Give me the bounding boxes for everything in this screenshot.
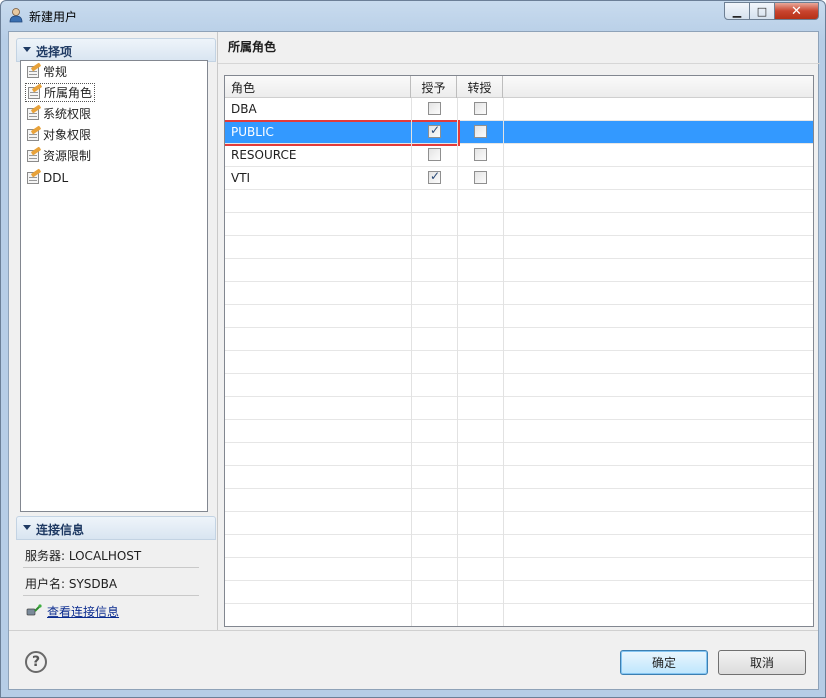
page-title: 所属角色 [228, 40, 277, 54]
connection-icon [26, 604, 42, 616]
nav-item-resource-limits[interactable]: 资源限制 [25, 145, 93, 165]
page-edit-icon [25, 124, 42, 142]
empty-row [225, 328, 813, 351]
nav-item-label: 所属角色 [44, 86, 93, 100]
empty-row [225, 466, 813, 489]
transfer-checkbox[interactable] [474, 125, 487, 138]
nav-item-system-privileges[interactable]: 系统权限 [25, 103, 93, 123]
role-cell: RESOURCE [231, 148, 297, 162]
nav-item-label: DDL [43, 170, 69, 185]
table-header: 角色 授予 转授 [225, 76, 813, 98]
splitter[interactable] [217, 32, 218, 630]
connection-section-header[interactable]: 连接信息 [16, 516, 216, 540]
table-row[interactable]: PUBLIC [225, 120, 813, 146]
nav-item-roles[interactable]: 所属角色 [25, 82, 96, 102]
title-bar[interactable]: 新建用户 ▁ □ ✕ [1, 1, 825, 31]
minimize-icon: ▁ [732, 4, 742, 18]
role-cell: DBA [231, 102, 257, 116]
divider [218, 63, 820, 64]
grant-checkbox[interactable] [428, 169, 441, 184]
empty-row [225, 305, 813, 328]
page-edit-icon [26, 82, 43, 100]
grant-checkbox[interactable] [428, 102, 441, 115]
server-info: 服务器: LOCALHOST [25, 549, 142, 563]
nav-item-ddl[interactable]: DDL [25, 167, 70, 187]
column-header-role[interactable]: 角色 [225, 76, 411, 98]
empty-row [225, 489, 813, 512]
dialog-body: 选择项 常规 所属角色 系统权限 对象权限 资源限制 DDL 连接信息 服务器:… [8, 31, 820, 690]
column-header-transfer[interactable]: 转授 [457, 76, 503, 98]
maximize-icon: □ [756, 4, 768, 18]
nav-item-label: 系统权限 [43, 107, 92, 121]
table-row[interactable]: RESOURCE [225, 144, 813, 167]
divider [23, 595, 199, 596]
view-connection-info-link[interactable]: 查看连接信息 [47, 603, 119, 620]
divider [23, 567, 199, 568]
empty-row [225, 351, 813, 374]
close-icon: ✕ [791, 3, 802, 19]
grant-checkbox[interactable] [428, 148, 441, 161]
empty-row [225, 420, 813, 443]
roles-table: 角色 授予 转授 DBA PUBLIC RESOURCE VTI [224, 75, 814, 627]
empty-row [225, 282, 813, 305]
selection-section-header[interactable]: 选择项 [16, 38, 216, 62]
highlight-annotation [225, 120, 460, 146]
ok-button[interactable]: 确定 [620, 650, 708, 675]
user-icon [9, 8, 23, 23]
empty-row [225, 604, 813, 626]
table-row[interactable]: VTI [225, 167, 813, 190]
nav-item-general[interactable]: 常规 [25, 61, 69, 81]
column-header-grant[interactable]: 授予 [411, 76, 457, 98]
window-title: 新建用户 [29, 10, 78, 24]
column-line [503, 98, 504, 626]
table-row[interactable]: DBA [225, 98, 813, 121]
empty-row [225, 535, 813, 558]
collapse-icon [23, 525, 31, 530]
page-edit-icon [25, 145, 42, 163]
collapse-icon [23, 47, 31, 52]
transfer-checkbox[interactable] [474, 102, 487, 115]
minimize-button[interactable]: ▁ [724, 2, 750, 20]
empty-row [225, 512, 813, 535]
maximize-button[interactable]: □ [750, 2, 775, 20]
nav-item-label: 对象权限 [43, 128, 92, 142]
empty-row [225, 259, 813, 282]
empty-row [225, 443, 813, 466]
close-button[interactable]: ✕ [775, 2, 819, 20]
selection-section-title: 选择项 [36, 45, 73, 59]
role-cell: VTI [231, 171, 251, 185]
empty-row [225, 236, 813, 259]
username-info: 用户名: SYSDBA [25, 577, 118, 591]
page-edit-icon [25, 167, 42, 185]
dialog-window: 新建用户 ▁ □ ✕ 选择项 常规 所属角色 系统权限 对象权限 资源限制 DD… [0, 0, 826, 698]
page-edit-icon [25, 103, 42, 121]
transfer-checkbox[interactable] [474, 148, 487, 161]
empty-row [225, 581, 813, 604]
empty-row [225, 190, 813, 213]
connection-section-title: 连接信息 [36, 523, 85, 537]
help-icon[interactable]: ? [25, 651, 47, 673]
column-line [411, 98, 412, 626]
nav-item-label: 资源限制 [43, 149, 92, 163]
empty-row [225, 374, 813, 397]
nav-item-object-privileges[interactable]: 对象权限 [25, 124, 93, 144]
nav-list: 常规 所属角色 系统权限 对象权限 资源限制 DDL [20, 60, 208, 512]
empty-row [225, 213, 813, 236]
nav-item-label: 常规 [43, 65, 68, 79]
empty-row [225, 558, 813, 581]
page-edit-icon [25, 61, 42, 79]
empty-row [225, 397, 813, 420]
column-line [457, 98, 458, 626]
transfer-checkbox[interactable] [474, 171, 487, 184]
cancel-button[interactable]: 取消 [718, 650, 806, 675]
divider [9, 630, 818, 631]
